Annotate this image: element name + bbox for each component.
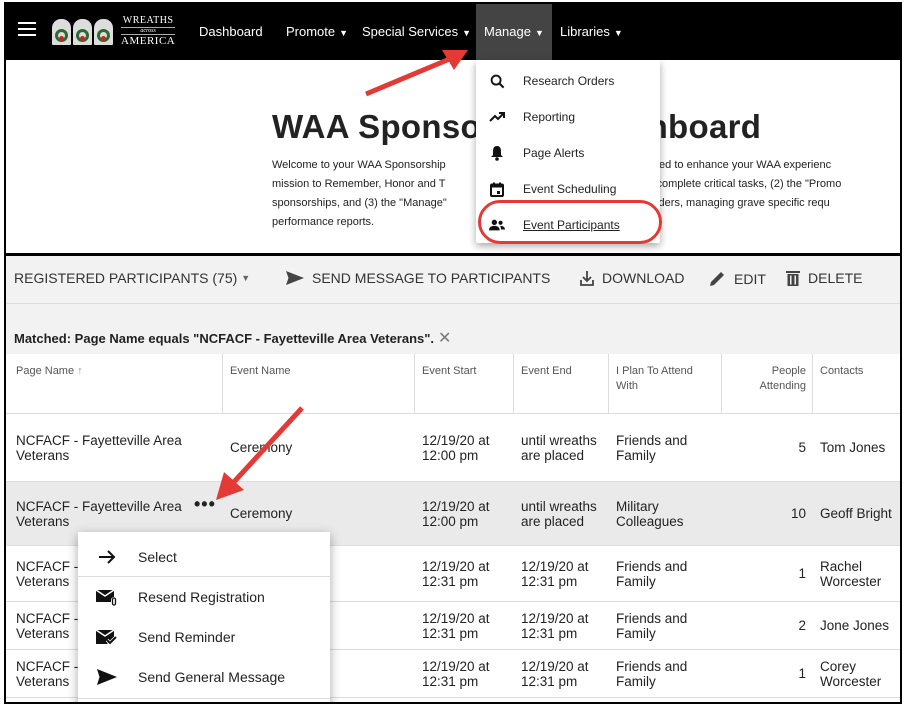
cell-contact: Corey Worcester (820, 658, 882, 689)
cell-attend-with: Military Colleagues (616, 498, 684, 529)
column-header-contacts[interactable]: Contacts (820, 354, 900, 413)
edit-button[interactable]: EDIT (708, 270, 766, 288)
cell-event-end: until wreaths are placed (521, 432, 597, 463)
bell-icon (489, 145, 505, 161)
cell-contact: Jone Jones (820, 618, 890, 633)
column-header-event-end[interactable]: Event End (521, 354, 611, 413)
chevron-down-icon: ▼ (241, 273, 251, 283)
menu-item-resend-registration[interactable]: Resend Registration (78, 582, 330, 612)
send-icon (286, 271, 304, 285)
column-header-people-attending[interactable]: People Attending (726, 354, 806, 413)
nav-promote[interactable]: Promote ▼ (286, 4, 348, 60)
registered-participants-dropdown[interactable]: REGISTERED PARTICIPANTS (75) ▼ (14, 270, 250, 286)
cell-event-end: 12/19/20 at 12:31 pm (521, 558, 589, 589)
send-icon (96, 669, 118, 685)
cell-contact: Tom Jones (820, 440, 886, 455)
trending-up-icon (489, 109, 505, 125)
clear-filter-icon[interactable]: ✕ (438, 330, 451, 347)
chevron-down-icon: ▼ (534, 28, 544, 38)
cell-contact: Rachel Worcester (820, 558, 882, 589)
cell-event-name: Ceremony (230, 506, 293, 521)
filter-text: Matched: Page Name equals "NCFACF - Faye… (14, 331, 435, 346)
cell-event-start: 12/19/20 at 12:00 pm (422, 498, 490, 529)
nav-special-services[interactable]: Special Services ▼ (362, 4, 471, 60)
cell-event-end: 12/19/20 at 12:31 pm (521, 658, 589, 689)
cell-page-name: NCFACF - Fayetteville Area Veterans (16, 498, 182, 529)
nav-libraries[interactable]: Libraries ▼ (560, 4, 623, 60)
wreaths-across-america-logo[interactable]: WREATHS across AMERICA (52, 15, 176, 47)
cell-attend-with: Friends and Family (616, 558, 688, 589)
send-message-button[interactable]: SEND MESSAGE TO PARTICIPANTS (286, 270, 550, 286)
cell-attend-with: Friends and Family (616, 658, 688, 689)
mail-attachment-icon (96, 588, 118, 606)
column-header-event-start[interactable]: Event Start (422, 354, 512, 413)
logo-line-3: AMERICA (121, 35, 176, 47)
column-header-event-name[interactable]: Event Name (230, 354, 410, 413)
menu-item-page-alerts[interactable]: Page Alerts (476, 135, 660, 171)
wreath-icon (73, 18, 92, 45)
menu-item-research-orders[interactable]: Research Orders (476, 63, 660, 99)
nav-manage[interactable]: Manage ▼ (476, 4, 552, 60)
cell-contact: Geoff Bright (820, 506, 892, 521)
cell-people-attending: 1 (798, 566, 806, 581)
hamburger-menu-icon[interactable] (18, 22, 36, 36)
table-row[interactable]: NCFACF - Fayetteville Area Veterans Cerem… (6, 414, 900, 482)
cell-attend-with: Friends and Family (616, 610, 688, 641)
trash-icon (786, 270, 800, 286)
menu-item-send-general-message[interactable]: Send General Message (78, 662, 330, 692)
download-button[interactable]: DOWNLOAD (580, 270, 684, 286)
cell-page-name: NCFACF - Fayetteville Area Veterans (16, 432, 182, 463)
logo-line-1: WREATHS (122, 15, 174, 26)
participants-toolbar: REGISTERED PARTICIPANTS (75) ▼ SEND MESSA… (6, 256, 900, 304)
dashboard-header: WAA Sponso shboard Welcome to your WAA Sp… (6, 60, 900, 256)
arrow-right-icon (96, 550, 118, 564)
column-header-page-name[interactable]: Page Name ↑ (16, 354, 216, 413)
mail-check-icon (96, 628, 118, 646)
cell-event-start: 12/19/20 at 12:00 pm (422, 432, 490, 463)
pencil-icon (708, 270, 726, 288)
search-icon (489, 73, 505, 89)
active-filter-bar: Matched: Page Name equals "NCFACF - Faye… (6, 304, 900, 354)
cell-attend-with: Friends and Family (616, 432, 688, 463)
cell-event-end: 12/19/20 at 12:31 pm (521, 610, 589, 641)
top-nav: WREATHS across AMERICA Dashboard Promote… (6, 4, 900, 60)
highlight-oval-annotation (478, 200, 662, 244)
cell-event-start: 12/19/20 at 12:31 pm (422, 658, 490, 689)
cell-event-start: 12/19/20 at 12:31 pm (422, 558, 490, 589)
more-options-icon[interactable]: ••• (194, 494, 216, 515)
app-frame: WREATHS across AMERICA Dashboard Promote… (4, 2, 902, 704)
cell-people-attending: 2 (798, 618, 806, 633)
cell-event-end: until wreaths are placed (521, 498, 597, 529)
cell-people-attending: 10 (790, 506, 806, 521)
cell-people-attending: 1 (798, 666, 806, 681)
column-header-attend-with[interactable]: I Plan To Attend With (616, 354, 716, 413)
cell-event-start: 12/19/20 at 12:31 pm (422, 610, 490, 641)
nav-dashboard[interactable]: Dashboard (199, 4, 263, 60)
chevron-down-icon: ▼ (462, 28, 472, 38)
menu-item-send-reminder[interactable]: Send Reminder (78, 622, 330, 652)
table-header-row: Page Name ↑ Event Name Event Start Event … (6, 354, 900, 414)
chevron-down-icon: ▼ (613, 28, 623, 38)
logo-line-2: across (121, 27, 176, 35)
wreath-icon (94, 18, 113, 45)
menu-item-select[interactable]: Select (78, 542, 330, 572)
menu-item-reporting[interactable]: Reporting (476, 99, 660, 135)
row-action-menu: Select Resend Registration Send Reminder… (78, 532, 330, 702)
sort-ascending-icon: ↑ (77, 365, 83, 377)
cell-people-attending: 5 (798, 440, 806, 455)
calendar-icon (489, 181, 505, 197)
wreath-icon (52, 18, 71, 45)
delete-button[interactable]: DELETE (786, 270, 862, 286)
cell-event-name: Ceremony (230, 440, 293, 455)
download-icon (580, 270, 594, 286)
chevron-down-icon: ▼ (339, 28, 349, 38)
